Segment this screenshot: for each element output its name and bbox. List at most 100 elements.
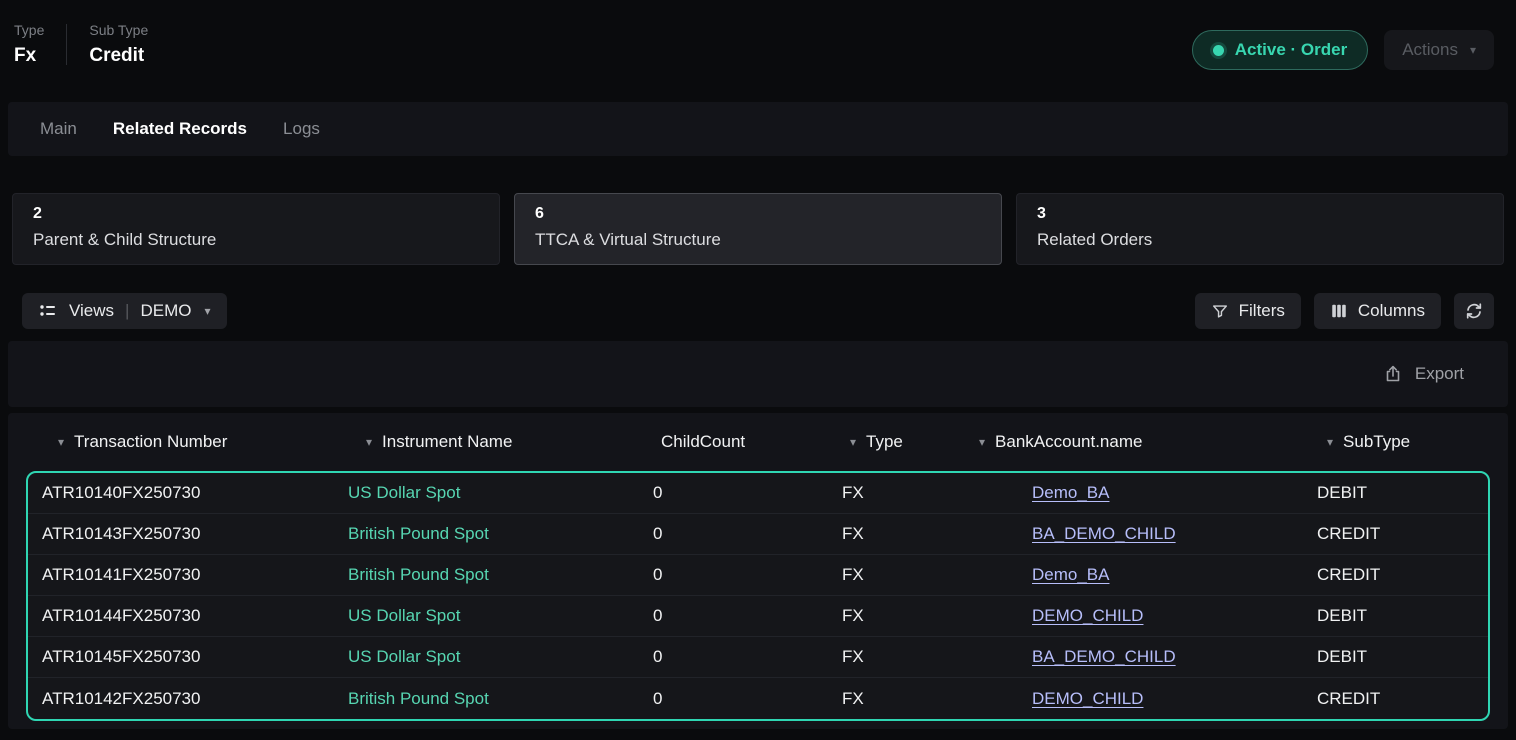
column-dropdown-icon[interactable]: ▾: [58, 436, 64, 448]
record-identity: Type Fx Sub Type Credit: [14, 18, 148, 67]
cell-bank-account-link[interactable]: DEMO_CHILD: [1032, 689, 1317, 709]
filter-funnel-icon: [1211, 302, 1229, 320]
actions-button[interactable]: Actions ▾: [1384, 30, 1494, 70]
card-count: 2: [33, 205, 479, 223]
cell-type: FX: [842, 524, 1032, 544]
filters-label: Filters: [1239, 301, 1285, 321]
subtype-label: Sub Type: [89, 22, 148, 38]
table-selection-box: ATR10140FX250730 US Dollar Spot 0 FX Dem…: [26, 471, 1490, 721]
summary-cards: 2 Parent & Child Structure 6 TTCA & Virt…: [12, 193, 1504, 265]
export-label: Export: [1415, 364, 1464, 384]
cell-child-count: 0: [653, 647, 842, 667]
table-row[interactable]: ATR10145FX250730 US Dollar Spot 0 FX BA_…: [28, 637, 1488, 678]
cell-bank-account-link[interactable]: DEMO_CHILD: [1032, 606, 1317, 626]
cell-instrument-name-link[interactable]: US Dollar Spot: [348, 483, 653, 503]
cell-sub-type: CREDIT: [1317, 524, 1488, 544]
cell-instrument-name-link[interactable]: US Dollar Spot: [348, 647, 653, 667]
column-header[interactable]: ▾ Instrument Name: [366, 432, 645, 452]
divider: |: [125, 301, 129, 321]
table-row[interactable]: ATR10144FX250730 US Dollar Spot 0 FX DEM…: [28, 596, 1488, 637]
column-header-label: Transaction Number: [74, 432, 227, 452]
card-parent-child-structure[interactable]: 2 Parent & Child Structure: [12, 193, 500, 265]
refresh-button[interactable]: [1454, 293, 1494, 329]
column-header-label: Instrument Name: [382, 432, 512, 452]
column-dropdown-icon[interactable]: ▾: [979, 436, 985, 448]
table-tools: Filters Columns: [1195, 293, 1494, 329]
export-icon: [1383, 364, 1403, 384]
top-bar-right: Active · Order Actions ▾: [1192, 18, 1494, 70]
type-value: Fx: [14, 45, 44, 67]
cell-transaction-number: ATR10145FX250730: [42, 647, 348, 667]
table-body: ATR10140FX250730 US Dollar Spot 0 FX Dem…: [28, 473, 1488, 719]
cell-transaction-number: ATR10144FX250730: [42, 606, 348, 626]
type-label: Type: [14, 22, 44, 38]
cell-child-count: 0: [653, 483, 842, 503]
subtype-value: Credit: [89, 45, 148, 67]
tab-logs[interactable]: Logs: [283, 119, 320, 139]
card-label: Parent & Child Structure: [33, 230, 479, 250]
cell-type: FX: [842, 689, 1032, 709]
columns-button[interactable]: Columns: [1314, 293, 1441, 329]
card-ttca-virtual-structure[interactable]: 6 TTCA & Virtual Structure: [514, 193, 1002, 265]
card-count: 3: [1037, 205, 1483, 223]
records-table: ▾ Transaction Number ▾ Instrument Name ▾…: [8, 413, 1508, 729]
tab-main[interactable]: Main: [40, 119, 77, 139]
cell-bank-account-link[interactable]: BA_DEMO_CHILD: [1032, 647, 1317, 667]
cell-type: FX: [842, 647, 1032, 667]
top-bar: Type Fx Sub Type Credit Active · Order A…: [0, 0, 1516, 102]
cell-instrument-name-link[interactable]: US Dollar Spot: [348, 606, 653, 626]
cell-type: FX: [842, 483, 1032, 503]
chevron-down-icon: ▾: [204, 305, 210, 317]
column-header-label: ChildCount: [661, 432, 745, 452]
tab-bar: Main Related Records Logs: [8, 102, 1508, 156]
column-dropdown-icon[interactable]: ▾: [1327, 436, 1333, 448]
column-header[interactable]: ▾ BankAccount.name: [979, 432, 1327, 452]
chevron-down-icon: ▾: [1470, 44, 1476, 56]
filters-button[interactable]: Filters: [1195, 293, 1301, 329]
views-current-value: DEMO: [140, 301, 191, 321]
views-label: Views: [69, 301, 114, 321]
cell-transaction-number: ATR10140FX250730: [42, 483, 348, 503]
column-dropdown-icon[interactable]: ▾: [366, 436, 372, 448]
column-header[interactable]: ▾ ChildCount: [645, 432, 850, 452]
columns-label: Columns: [1358, 301, 1425, 321]
cell-child-count: 0: [653, 689, 842, 709]
card-count: 6: [535, 205, 981, 223]
cell-transaction-number: ATR10142FX250730: [42, 689, 348, 709]
column-header[interactable]: ▾ Type: [850, 432, 979, 452]
status-dot-icon: [1213, 45, 1224, 56]
cell-instrument-name-link[interactable]: British Pound Spot: [348, 689, 653, 709]
cell-instrument-name-link[interactable]: British Pound Spot: [348, 524, 653, 544]
subtype-field: Sub Type Credit: [89, 18, 148, 67]
cell-bank-account-link[interactable]: Demo_BA: [1032, 483, 1317, 503]
export-button[interactable]: Export: [1383, 364, 1464, 384]
card-label: TTCA & Virtual Structure: [535, 230, 981, 250]
table-row[interactable]: ATR10141FX250730 British Pound Spot 0 FX…: [28, 555, 1488, 596]
cell-sub-type: DEBIT: [1317, 647, 1488, 667]
cell-sub-type: DEBIT: [1317, 483, 1488, 503]
status-badge-label: Active · Order: [1235, 40, 1347, 60]
cell-type: FX: [842, 606, 1032, 626]
table-row[interactable]: ATR10142FX250730 British Pound Spot 0 FX…: [28, 678, 1488, 719]
actions-label: Actions: [1402, 40, 1458, 60]
cell-instrument-name-link[interactable]: British Pound Spot: [348, 565, 653, 585]
cell-type: FX: [842, 565, 1032, 585]
views-selector[interactable]: Views | DEMO ▾: [22, 293, 227, 329]
views-toolbar: Views | DEMO ▾ Filters Columns: [22, 293, 1494, 329]
cell-transaction-number: ATR10143FX250730: [42, 524, 348, 544]
column-header[interactable]: ▾ SubType: [1327, 432, 1508, 452]
column-header-label: SubType: [1343, 432, 1410, 452]
tab-related-records[interactable]: Related Records: [113, 119, 247, 139]
column-dropdown-icon[interactable]: ▾: [850, 436, 856, 448]
table-row[interactable]: ATR10140FX250730 US Dollar Spot 0 FX Dem…: [28, 473, 1488, 514]
type-field: Type Fx: [14, 18, 44, 67]
cell-child-count: 0: [653, 565, 842, 585]
cell-bank-account-link[interactable]: Demo_BA: [1032, 565, 1317, 585]
export-panel: Export: [8, 341, 1508, 407]
column-header[interactable]: ▾ Transaction Number: [58, 432, 366, 452]
table-header: ▾ Transaction Number ▾ Instrument Name ▾…: [8, 413, 1508, 471]
status-badge[interactable]: Active · Order: [1192, 30, 1368, 70]
table-row[interactable]: ATR10143FX250730 British Pound Spot 0 FX…: [28, 514, 1488, 555]
card-related-orders[interactable]: 3 Related Orders: [1016, 193, 1504, 265]
cell-bank-account-link[interactable]: BA_DEMO_CHILD: [1032, 524, 1317, 544]
